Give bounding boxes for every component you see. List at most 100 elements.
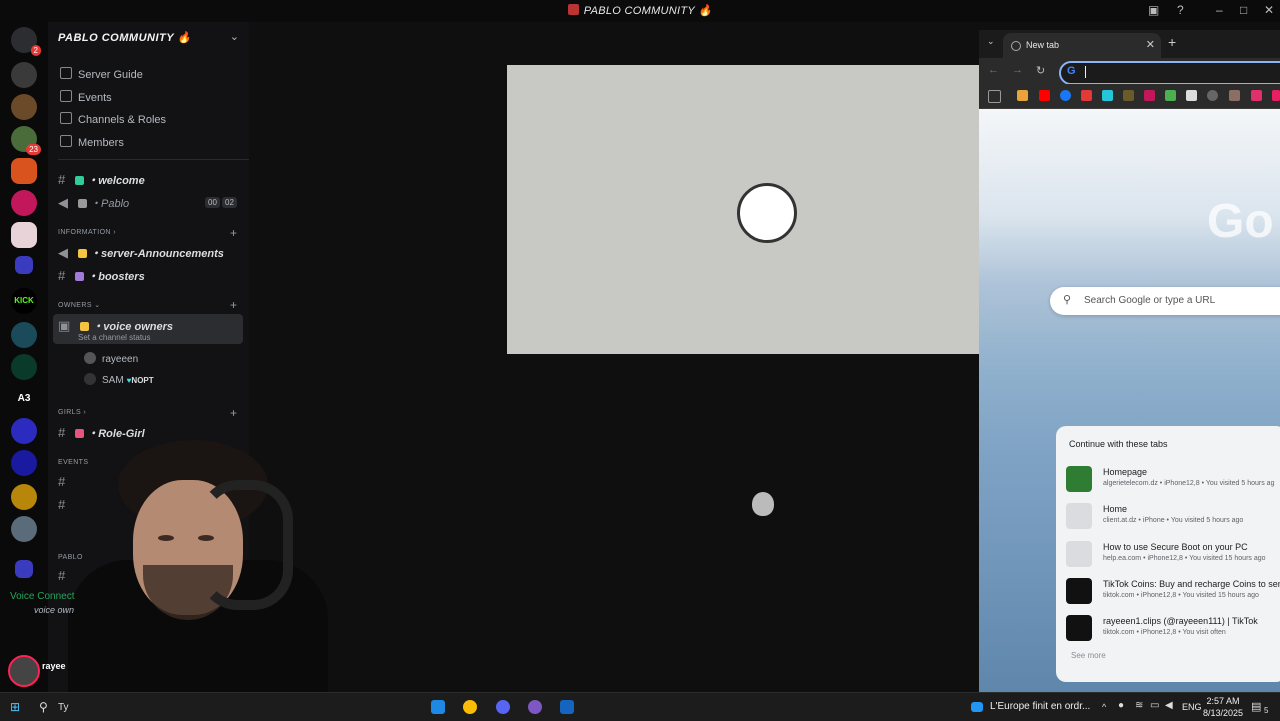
kick-server-icon[interactable]: KICK: [11, 288, 37, 314]
recent-tab-item[interactable]: Home client.at.dz • iPhone • You visited…: [1066, 501, 1280, 531]
discord-home-icon[interactable]: 2: [11, 27, 41, 56]
bookmark-icon[interactable]: [1081, 90, 1092, 101]
facebook-icon[interactable]: [1060, 90, 1071, 101]
steam-icon[interactable]: [560, 700, 574, 714]
recent-tab-title: Homepage: [1103, 467, 1148, 477]
windows-icon[interactable]: [1165, 90, 1176, 101]
server-icon[interactable]: [11, 450, 37, 476]
category-owners[interactable]: OWNERS ⌄: [58, 301, 101, 309]
app-icon[interactable]: [431, 700, 445, 714]
search-icon[interactable]: ⚲: [39, 700, 48, 714]
app-icon[interactable]: [528, 700, 542, 714]
tab-search-icon[interactable]: ⌄: [987, 36, 995, 47]
maximize-button[interactable]: □: [1240, 3, 1247, 17]
bookmark-icon[interactable]: [1017, 90, 1028, 101]
server-icon[interactable]: [11, 94, 37, 120]
category-information[interactable]: INFORMATION ›: [58, 229, 116, 236]
recent-tab-item[interactable]: rayeeen1.clips (@rayeeen111) | TikTok ti…: [1066, 613, 1280, 643]
add-channel-icon[interactable]: +: [230, 406, 237, 420]
server-icon[interactable]: [11, 516, 37, 542]
volume-icon[interactable]: ◀: [1165, 700, 1173, 711]
server-icon[interactable]: [11, 222, 37, 248]
user-limit: 02: [222, 197, 237, 208]
channel-boosters[interactable]: # ・boosters: [58, 268, 145, 284]
channel-status[interactable]: Set a channel status: [78, 333, 151, 342]
close-button[interactable]: ✕: [1264, 3, 1274, 17]
bookmark-icon[interactable]: [1272, 90, 1280, 101]
nav-members[interactable]: Members: [60, 135, 124, 149]
back-icon[interactable]: ←: [988, 64, 999, 76]
server-icon[interactable]: [11, 418, 37, 444]
discord-icon[interactable]: [496, 700, 510, 714]
bookmark-icon[interactable]: [1207, 90, 1218, 101]
bookmark-icon[interactable]: [1186, 90, 1197, 101]
channel-welcome[interactable]: # ・welcome: [58, 172, 145, 188]
a3-server-icon[interactable]: A3: [11, 386, 37, 412]
voice-channel-name[interactable]: voice own: [34, 605, 74, 615]
minimize-button[interactable]: –: [1216, 3, 1223, 17]
user-panel[interactable]: rayee: [8, 655, 66, 690]
server-icon[interactable]: [11, 158, 37, 184]
system-clock[interactable]: 2:57 AM 8/13/2025: [1203, 695, 1243, 719]
wifi-icon[interactable]: ≋: [1135, 700, 1143, 711]
server-icon[interactable]: 23: [11, 126, 41, 155]
nav-events[interactable]: Events: [60, 90, 112, 104]
palm-emoji-icon: [75, 176, 85, 185]
forward-icon[interactable]: →: [1012, 64, 1023, 76]
recent-tab-title: Home: [1103, 504, 1128, 514]
server-icon[interactable]: [11, 190, 37, 216]
see-more-link[interactable]: See more: [1071, 651, 1106, 660]
server-icon[interactable]: [11, 322, 37, 348]
apps-icon[interactable]: [988, 90, 1001, 103]
bookmark-icon[interactable]: [1102, 90, 1113, 101]
folder-icon[interactable]: [15, 560, 33, 578]
nav-server-guide[interactable]: Server Guide: [60, 67, 143, 81]
bookmark-icon[interactable]: [1123, 90, 1134, 101]
instagram-icon[interactable]: [1251, 90, 1262, 101]
close-tab-icon[interactable]: ✕: [1146, 38, 1155, 51]
server-name[interactable]: PABLO COMMUNITY 🔥: [58, 31, 192, 44]
bookmark-icon[interactable]: [1144, 90, 1155, 101]
help-icon[interactable]: ?: [1177, 3, 1184, 17]
folder-icon[interactable]: [15, 256, 33, 274]
badge: 2: [30, 45, 41, 56]
recent-tab-item[interactable]: TikTok Coins: Buy and recharge Coins to …: [1066, 576, 1280, 606]
taskbar-search-text[interactable]: Ty: [58, 702, 69, 713]
address-bar[interactable]: G: [1059, 61, 1280, 85]
recent-tab-item[interactable]: How to use Secure Boot on your PC help.e…: [1066, 539, 1280, 569]
voice-member[interactable]: rayeeen: [84, 352, 138, 365]
bookmark-icon[interactable]: [1229, 90, 1240, 101]
recent-tab-item[interactable]: Homepage algerietelecom.dz • iPhone12,8 …: [1066, 464, 1280, 494]
news-widget[interactable]: L'Europe finit en ordr...: [990, 701, 1090, 712]
voice-connected-status[interactable]: Voice Connect: [10, 591, 75, 602]
channel-role-girl[interactable]: # ・Role-Girl: [58, 425, 145, 441]
voice-member[interactable]: SAM ♥NOPT: [84, 373, 154, 386]
chevron-down-icon[interactable]: ⌄: [230, 30, 239, 43]
network-icon[interactable]: ▭: [1150, 700, 1159, 711]
channel-voice-owners[interactable]: ▣ ・voice owners: [58, 318, 173, 334]
channel-server-announcements[interactable]: ◀ ・server-Announcements: [58, 245, 224, 261]
add-channel-icon[interactable]: +: [230, 226, 237, 240]
notification-icon[interactable]: ▤: [1251, 700, 1261, 713]
inbox-icon[interactable]: ▣: [1148, 3, 1159, 17]
stream-preview[interactable]: [507, 65, 979, 354]
voice-channel-pablo[interactable]: ◀ ・Pablo: [58, 195, 129, 211]
new-tab-button[interactable]: +: [1168, 34, 1176, 50]
text-caret: [1085, 66, 1086, 78]
server-icon[interactable]: [11, 354, 37, 380]
language-indicator[interactable]: ENG: [1182, 702, 1202, 712]
microphone-icon[interactable]: ●: [1118, 700, 1124, 711]
reload-icon[interactable]: ↻: [1036, 64, 1045, 77]
nav-channels-roles[interactable]: Channels & Roles: [60, 112, 166, 126]
gem-emoji-icon: [75, 272, 85, 281]
add-channel-icon[interactable]: +: [230, 298, 237, 312]
category-girls[interactable]: GIRLS ›: [58, 409, 86, 416]
chevron-up-icon[interactable]: ^: [1102, 702, 1106, 712]
windows-start-icon[interactable]: ⊞: [10, 700, 20, 714]
youtube-icon[interactable]: [1039, 90, 1050, 101]
tab-new-tab[interactable]: New tab ✕: [1003, 33, 1161, 58]
chrome-icon[interactable]: [463, 700, 477, 714]
google-search-box[interactable]: ⚲ Search Google or type a URL: [1050, 287, 1280, 315]
server-icon[interactable]: [11, 484, 37, 510]
server-icon[interactable]: [11, 62, 37, 88]
